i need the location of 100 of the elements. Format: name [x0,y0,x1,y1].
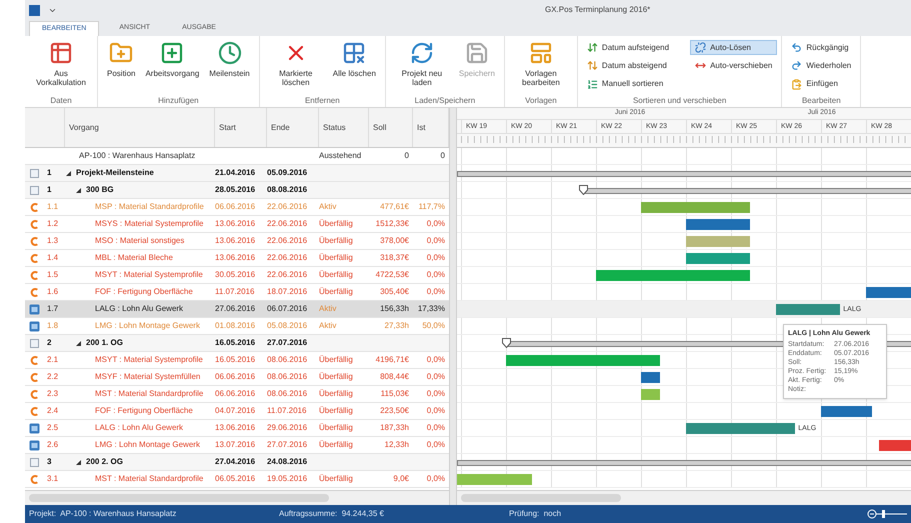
status-text: Überfällig [319,253,353,262]
task-bar[interactable] [641,372,660,383]
actual-value: 0,0% [426,371,445,383]
row-checkbox[interactable] [30,168,38,178]
zoom-control-icon[interactable] [867,509,907,519]
status-text: Aktiv [319,321,336,330]
target-value: 378,00€ [380,235,409,247]
ribbon-button[interactable]: Arbeitsvorgang [140,36,204,79]
ribbon-button[interactable]: Vorlagen bearbeiten [508,36,573,88]
vertical-scrollbar[interactable] [449,108,457,505]
ribbon-button[interactable]: Einfügen [786,76,856,92]
row-checkbox[interactable] [30,458,38,466]
row-checkbox[interactable] [30,186,38,194]
table-row[interactable]: 1.3 MSO : Material sonstiges 13.06.2016 22.06.2016 Überfällig 378,00€ 0,0% [25,233,449,250]
crescent-icon [28,218,40,230]
ribbon-button[interactable]: Auto-verschieben [690,58,778,74]
row-number: 2.5 [46,422,60,434]
table-row[interactable]: 2.3 MST : Material Standardprofile 06.06.2016 08.06.2016 Überfällig 115,03€ 0,0% [25,386,449,403]
ribbon-button[interactable]: Aus Vorkalkulation [29,36,93,88]
ribbon-button[interactable]: Wiederholen [786,58,856,74]
card-icon [28,422,40,434]
status-text: Aktiv [319,202,336,211]
task-name: 300 BG [86,184,114,196]
row-checkbox[interactable] [30,338,38,348]
crescent-icon [28,354,40,366]
horizontal-scrollbar[interactable] [457,490,911,505]
end-date: 27.07.2016 [267,337,308,349]
collapse-toggle[interactable] [75,186,82,194]
crescent-icon [28,286,40,298]
collapse-toggle[interactable] [75,340,82,346]
target-value: 0 [404,150,409,162]
ribbon-button[interactable]: Meilenstein [204,36,255,79]
ribbon-button[interactable]: Position [102,36,140,79]
column-header[interactable]: Soll [373,122,386,134]
row-number: 1.3 [46,235,60,247]
crescent-icon [28,270,40,280]
task-name: MSO : Material sonstiges [95,235,184,247]
task-name: LALG : Lohn Alu Gewerk [95,303,184,315]
list-icon [586,78,598,90]
table-row[interactable]: 3.1 MST : Material Standardprofile 06.05.2016 19.05.2016 Überfällig 9,0€ 0,0% [25,471,449,488]
crescent-icon [28,474,40,484]
task-name: FOF : Fertigung Oberfläche [95,286,193,298]
ribbon-button[interactable]: Manuell sortieren [582,76,674,92]
table-row[interactable]: 2.6 LMG : Lohn Montage Gewerk 13.07.2016 27.07.2016 Überfällig 12,33h 0,0% [25,437,449,454]
group-label: Laden/Speichern [414,95,476,107]
table-row[interactable]: 1.6 FOF : Fertigung Oberfläche 11.07.2016 18.07.2016 Überfällig 305,40€ 0,0% [25,284,449,301]
actual-value: 0,0% [426,388,445,400]
start-date: 04.07.2016 [215,405,256,417]
actual-value: 117,7% [418,201,445,213]
ribbon-button[interactable]: Datum absteigend [582,58,674,74]
ribbon-button[interactable]: Rückgängig [786,40,856,55]
horizontal-scrollbar[interactable] [25,490,449,505]
ribbon-button[interactable]: Projekt neu laden [390,36,454,88]
start-marker-icon [502,338,511,348]
collapse-toggle[interactable] [65,170,72,176]
table-row[interactable]: 1.5 MSYT : Material Systemprofile 30.05.2016 22.06.2016 Überfällig 4722,53€ 0,0% [25,267,449,284]
table-row[interactable]: 2 200 1. OG 16.05.2016 27.07.2016 [25,335,449,352]
column-header[interactable]: Ist [417,122,426,134]
row-number: 2.1 [46,354,60,366]
status-text: Überfällig [319,406,353,415]
row-number: 1.5 [46,269,60,281]
refresh-icon [410,41,434,65]
table-row[interactable]: 1.2 MSYS : Material Systemprofile 13.06.2016 22.06.2016 Überfällig 1512,33€ 0,0% [25,216,449,233]
target-value: 4196,71€ [376,354,409,366]
table-row[interactable]: 2.1 MSYT : Material Systemprofile 16.05.2016 08.06.2016 Überfällig 4196,71€ 0,0% [25,352,449,369]
table-row[interactable]: 2.5 LALG : Lohn Alu Gewerk 13.06.2016 29.06.2016 Überfällig 187,33h 0,0% [25,420,449,437]
target-value: 12,33h [384,439,409,451]
group-label: Hinzufügen [157,95,200,107]
row-number: 1.7 [46,303,60,315]
column-header[interactable]: Vorgang [69,122,99,134]
table-row[interactable]: 2.4 FOF : Fertigung Oberfläche 04.07.2016 11.07.2016 Überfällig 223,50€ 0,0% [25,403,449,420]
task-name: LMG : Lohn Montage Gewerk [95,439,200,451]
ribbon-button[interactable]: Datum aufsteigend [582,40,674,55]
task-name: 200 1. OG [86,337,123,349]
group-label: Vorlagen [524,95,558,107]
table-row[interactable]: 1.4 MBL : Material Bleche 13.06.2016 22.06.2016 Überfällig 318,37€ 0,0% [25,250,449,267]
table-row[interactable]: 1.7 LALG : Lohn Alu Gewerk 27.06.2016 06.07.2016 Aktiv 156,33h 17,33% [25,301,449,318]
column-header[interactable]: Ende [271,122,290,134]
end-date: 22.06.2016 [267,201,308,213]
column-header[interactable]: Start [219,122,236,134]
grid-x-icon [342,41,366,65]
row-number: 1.4 [46,252,60,264]
ribbon-button[interactable]: Markierte löschen [264,36,328,88]
end-date: 22.06.2016 [267,235,308,247]
collapse-toggle[interactable] [75,458,82,466]
actual-value: 0,0% [426,473,445,485]
task-name: MSYS : Material Systemprofile [95,218,204,230]
undo-icon [791,42,802,53]
column-header[interactable]: Status [323,122,346,134]
end-date: 22.06.2016 [267,252,308,264]
table-row[interactable]: 1 Projekt-Meilensteine 21.04.2016 05.09.2016 [25,165,449,182]
ribbon-button[interactable]: Alle löschen [328,36,381,79]
table-row[interactable]: 2.2 MSYF : Material Systemfüllen 06.06.2016 08.06.2016 Überfällig 808,44€ 0,0% [25,369,449,386]
target-value: 808,44€ [380,371,409,383]
ribbon-button[interactable]: Auto-Lösen [690,40,778,55]
task-name: FOF : Fertigung Oberfläche [95,405,193,417]
table-row[interactable]: 3 200 2. OG 27.04.2016 24.08.2016 [25,454,449,471]
table-row[interactable]: 1 300 BG 28.05.2016 08.08.2016 [25,182,449,199]
target-value: 1512,33€ [376,218,409,230]
start-date: 06.06.2016 [215,371,256,383]
